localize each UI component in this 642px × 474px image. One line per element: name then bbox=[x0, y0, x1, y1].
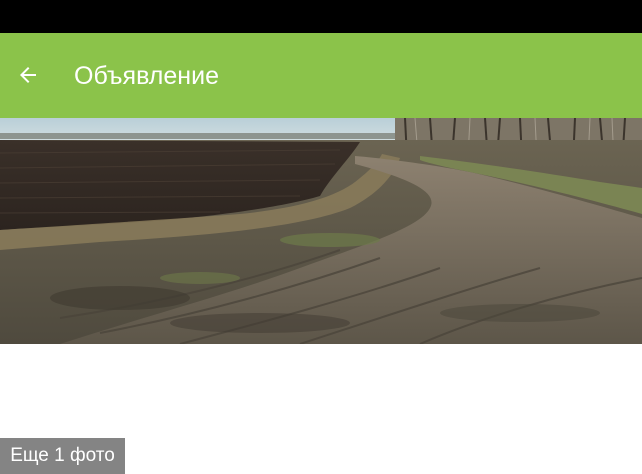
page-title: Объявление bbox=[74, 62, 219, 90]
back-button[interactable] bbox=[6, 53, 50, 97]
arrow-back-icon bbox=[20, 67, 36, 83]
listing-photo[interactable] bbox=[0, 118, 642, 344]
status-bar bbox=[0, 0, 642, 33]
more-photos-button[interactable]: Еще 1 фото bbox=[0, 438, 125, 474]
app-bar: Объявление bbox=[0, 33, 642, 118]
